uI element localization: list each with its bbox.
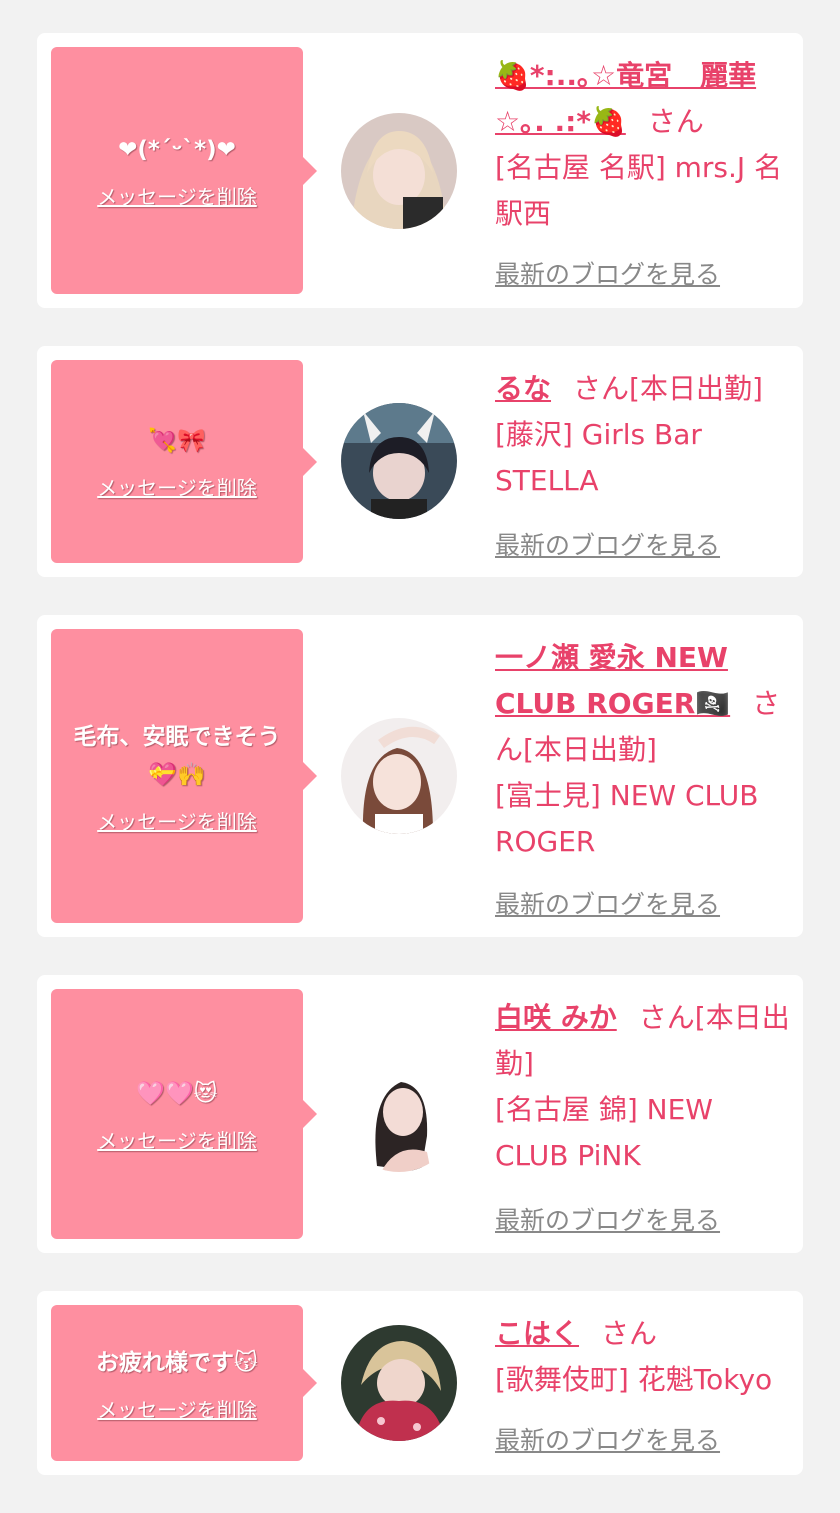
status-text: [本日出勤] [629, 372, 763, 405]
avatar-photo [341, 1056, 457, 1172]
message-text: 🩷🩷😻 [136, 1080, 218, 1107]
cast-info: 一ノ瀬 愛永 NEW CLUB ROGER🏴‍☠️ さん[本日出勤] [富士見] … [495, 635, 795, 865]
avatar[interactable] [341, 1056, 457, 1172]
location-text: [富士見] NEW CLUB ROGER [495, 779, 759, 858]
cast-info: 🍓*:..｡☆竜宮 麗華☆｡. .:*🍓 さん [名古屋 名駅] mrs.J 名駅… [495, 53, 795, 237]
avatar[interactable] [341, 1325, 457, 1441]
honorific: さん [601, 1317, 658, 1350]
cast-name-link[interactable]: るな [495, 372, 551, 405]
message-text: ❤(*´ᵕ`*)❤ [118, 137, 236, 163]
avatar[interactable] [341, 113, 457, 229]
latest-blog-link[interactable]: 最新のブログを見る [495, 255, 720, 291]
location-text: [名古屋 錦] NEW CLUB PiNK [495, 1093, 713, 1172]
latest-blog-link[interactable]: 最新のブログを見る [495, 885, 720, 921]
latest-blog-link[interactable]: 最新のブログを見る [495, 1201, 720, 1237]
message-bubble: 💘🎀 メッセージを削除 [51, 360, 317, 563]
honorific: さん [573, 372, 630, 405]
honorific: さん [638, 1001, 695, 1034]
cast-info: 白咲 みか さん[本日出勤] [名古屋 錦] NEW CLUB PiNK [495, 995, 795, 1179]
location-text: [名古屋 名駅] mrs.J 名駅西 [495, 151, 783, 230]
avatar[interactable] [341, 718, 457, 834]
message-card: 💘🎀 メッセージを削除 るな さん[本日出勤] [藤沢] Girls Bar ST… [37, 346, 803, 577]
delete-message-link[interactable]: メッセージを削除 [97, 181, 257, 210]
latest-blog-link[interactable]: 最新のブログを見る [495, 1421, 720, 1457]
delete-message-link[interactable]: メッセージを削除 [97, 1125, 257, 1154]
avatar-photo [341, 1325, 457, 1441]
latest-blog-link[interactable]: 最新のブログを見る [495, 526, 720, 562]
delete-message-link[interactable]: メッセージを削除 [97, 1394, 257, 1423]
avatar-photo [341, 718, 457, 834]
message-text: 毛布、安眠できそう💝🙌 [73, 723, 281, 788]
cast-name-link[interactable]: こはく [495, 1317, 579, 1350]
message-card: 🩷🩷😻 メッセージを削除 白咲 みか さん[本日出勤] [名古屋 錦] NEW C… [37, 975, 803, 1253]
message-card: 毛布、安眠できそう💝🙌 メッセージを削除 一ノ瀬 愛永 NEW CLUB ROG… [37, 615, 803, 937]
cast-info: こはく さん [歌舞伎町] 花魁Tokyo [495, 1311, 795, 1403]
location-text: [歌舞伎町] 花魁Tokyo [495, 1363, 773, 1396]
delete-message-link[interactable]: メッセージを削除 [97, 472, 257, 501]
avatar-photo [341, 403, 457, 519]
honorific: さん [647, 105, 704, 138]
message-bubble: ❤(*´ᵕ`*)❤ メッセージを削除 [51, 47, 317, 294]
location-text: [藤沢] Girls Bar STELLA [495, 418, 702, 497]
message-text: 💘🎀 [148, 428, 206, 454]
message-text: お疲れ様です😽 [96, 1349, 258, 1376]
cast-name-link[interactable]: 一ノ瀬 愛永 NEW CLUB ROGER🏴‍☠️ [495, 641, 730, 720]
message-card: ❤(*´ᵕ`*)❤ メッセージを削除 🍓*:..｡☆竜宮 麗華☆｡. .:*🍓 さ… [37, 33, 803, 308]
message-bubble: 毛布、安眠できそう💝🙌 メッセージを削除 [51, 629, 317, 923]
cast-name-link[interactable]: 🍓*:..｡☆竜宮 麗華☆｡. .:*🍓 [495, 59, 756, 138]
status-text: [本日出勤] [523, 733, 657, 766]
avatar[interactable] [341, 403, 457, 519]
cast-info: るな さん[本日出勤] [藤沢] Girls Bar STELLA [495, 366, 795, 504]
cast-name-link[interactable]: 白咲 みか [495, 1001, 617, 1034]
message-bubble: お疲れ様です😽 メッセージを削除 [51, 1305, 317, 1461]
message-bubble: 🩷🩷😻 メッセージを削除 [51, 989, 317, 1239]
avatar-photo [341, 113, 457, 229]
delete-message-link[interactable]: メッセージを削除 [97, 806, 257, 835]
message-card: お疲れ様です😽 メッセージを削除 こはく さん [歌舞伎町] 花魁Tokyo 最新… [37, 1291, 803, 1475]
